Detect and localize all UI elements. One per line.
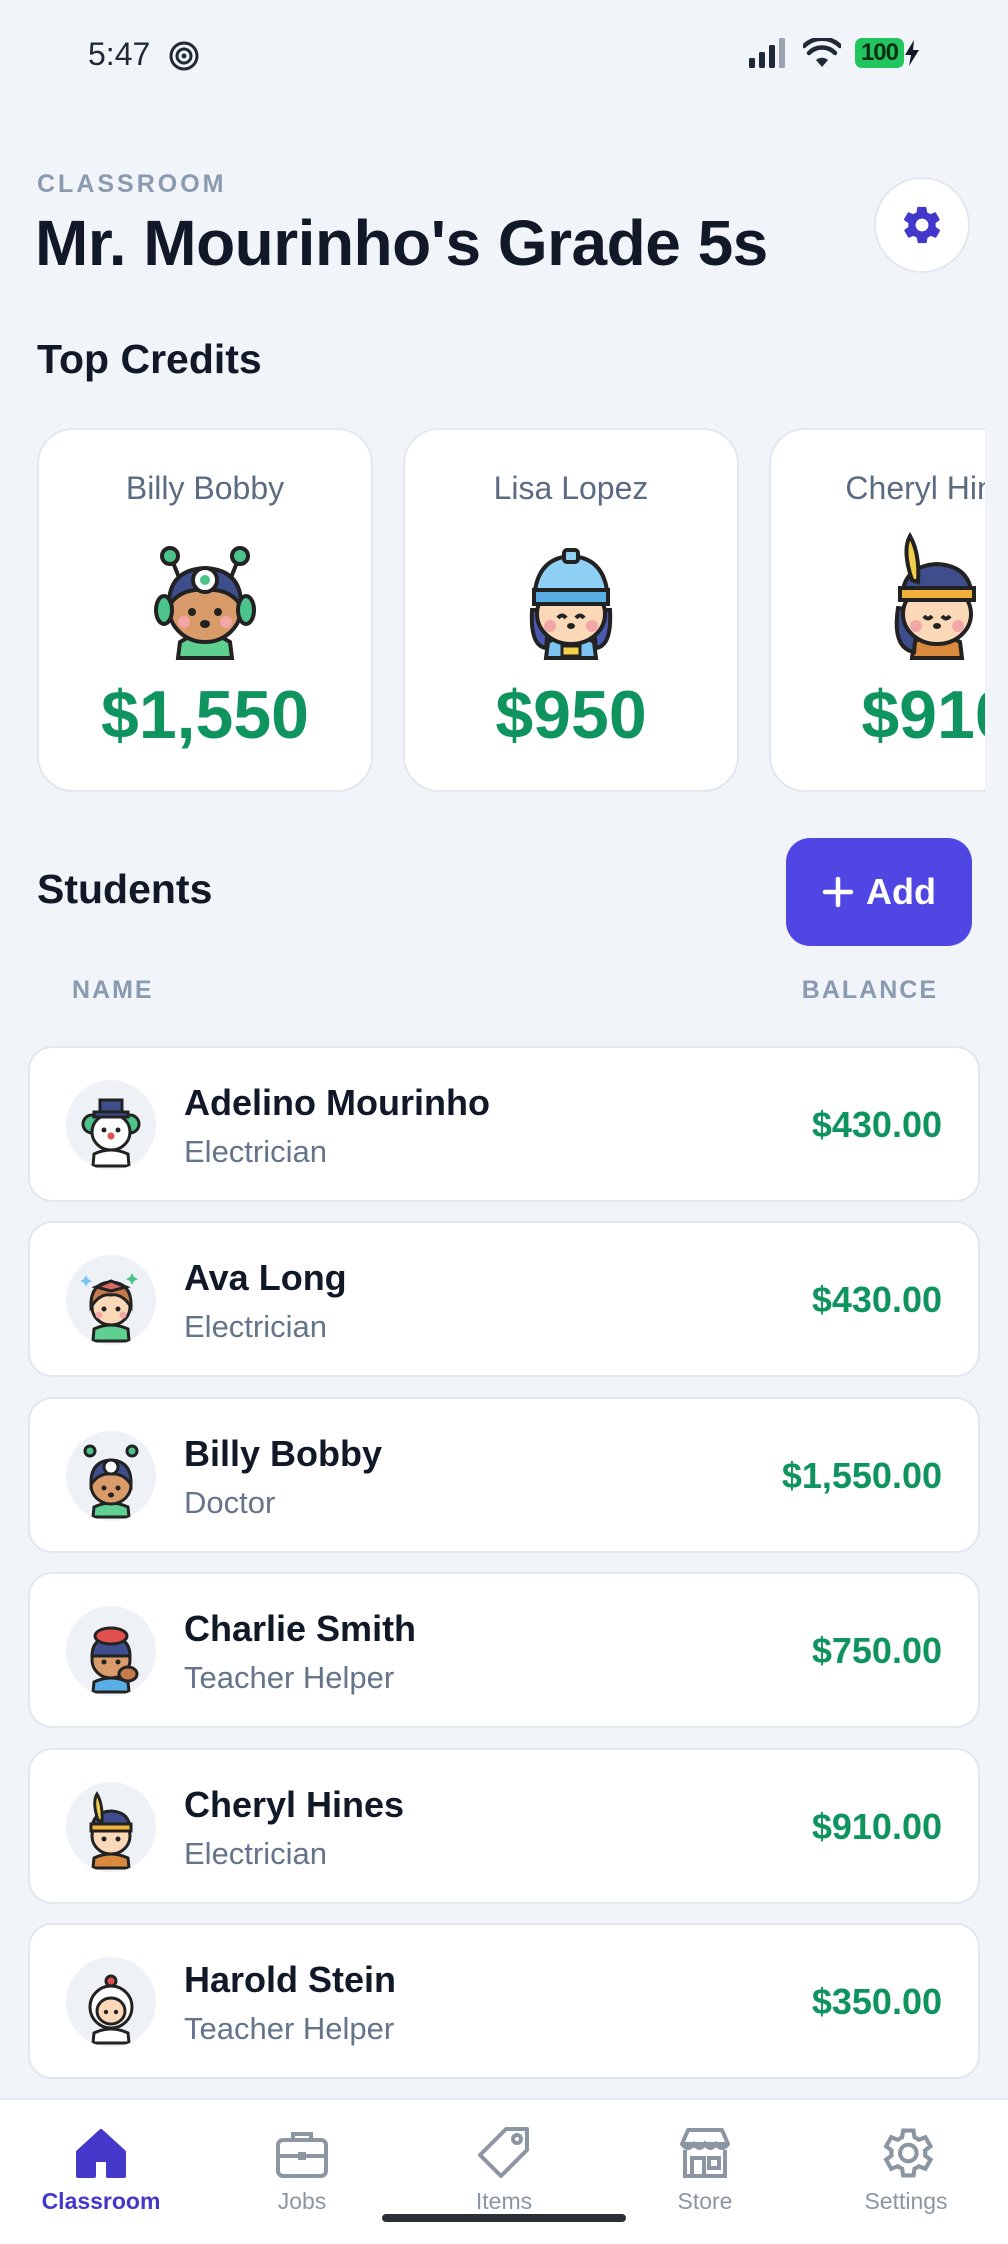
tab-store[interactable]: Store bbox=[625, 2122, 785, 2215]
student-avatar bbox=[66, 1431, 156, 1521]
clown-kid-avatar bbox=[81, 1098, 141, 1168]
student-job: Electrician bbox=[184, 1134, 327, 1169]
alien-kid-avatar bbox=[83, 1444, 139, 1519]
credit-card-name: Billy Bobby bbox=[125, 470, 285, 506]
tab-jobs[interactable]: Jobs bbox=[222, 2122, 382, 2215]
column-header-balance: BALANCE bbox=[801, 976, 938, 1004]
plus-icon bbox=[822, 876, 854, 908]
credit-card-name: Lisa Lopez bbox=[493, 470, 649, 506]
student-name: Adelino Mourinho bbox=[184, 1082, 490, 1123]
wifi-icon bbox=[802, 38, 841, 67]
page-title: Mr. Mourinho's Grade 5s bbox=[35, 207, 768, 279]
painter-kid-avatar bbox=[90, 1626, 139, 1694]
classroom-settings-button[interactable] bbox=[874, 177, 970, 273]
student-name: Harold Stein bbox=[184, 1959, 397, 2000]
feather-headband-kid-avatar bbox=[894, 531, 976, 660]
student-balance: $750.00 bbox=[811, 1630, 942, 1671]
student-job: Electrician bbox=[184, 1836, 327, 1871]
student-balance: $430.00 bbox=[811, 1104, 942, 1145]
student-avatar bbox=[66, 1080, 156, 1170]
bottom-tab-bar: Classroom Jobs Items Store Settings bbox=[0, 2098, 1008, 2244]
briefcase-icon bbox=[276, 2132, 328, 2178]
tab-settings[interactable]: Settings bbox=[826, 2122, 986, 2215]
student-balance: $430.00 bbox=[811, 1279, 942, 1320]
student-row[interactable]: Charlie Smith Teacher Helper $750.00 bbox=[28, 1572, 980, 1728]
student-job: Electrician bbox=[184, 1309, 327, 1344]
tab-label: Store bbox=[677, 2188, 733, 2214]
knight-kid-avatar bbox=[529, 548, 613, 660]
credit-card[interactable]: Billy Bobby $1,550 bbox=[37, 428, 373, 792]
tab-label: Items bbox=[475, 2188, 533, 2214]
student-balance: $1,550.00 bbox=[781, 1455, 942, 1496]
student-name: Charlie Smith bbox=[184, 1608, 417, 1649]
student-row[interactable]: Adelino Mourinho Electrician $430.00 bbox=[28, 1046, 980, 1202]
classroom-overline: CLASSROOM bbox=[37, 170, 227, 198]
credit-card[interactable]: Cheryl Hines $910 bbox=[769, 428, 985, 792]
student-name: Cheryl Hines bbox=[184, 1784, 405, 1825]
status-bar: 5:47 100 bbox=[0, 0, 1008, 112]
gear-icon bbox=[903, 206, 941, 244]
storefront-icon bbox=[680, 2128, 730, 2178]
add-student-label: Add bbox=[866, 871, 936, 912]
student-balance: $350.00 bbox=[811, 1981, 942, 2022]
battery-charging-icon: 100 bbox=[854, 38, 920, 68]
student-name: Ava Long bbox=[184, 1257, 347, 1298]
astronaut-kid-avatar bbox=[88, 1974, 134, 2045]
credit-card-amount: $950 bbox=[495, 677, 647, 753]
tag-icon bbox=[478, 2127, 529, 2178]
credit-card-amount: $910 bbox=[861, 677, 985, 753]
top-credits-title: Top Credits bbox=[37, 336, 262, 382]
tab-items[interactable]: Items bbox=[424, 2122, 584, 2215]
student-avatar bbox=[66, 1606, 156, 1696]
column-header-name: NAME bbox=[72, 976, 154, 1004]
focus-icon bbox=[169, 41, 199, 71]
signal-icon bbox=[748, 38, 785, 68]
student-row[interactable]: Cheryl Hines Electrician $910.00 bbox=[28, 1748, 980, 1904]
alien-kid-avatar bbox=[154, 546, 256, 660]
student-job: Doctor bbox=[184, 1485, 276, 1520]
feather-headband-kid-avatar bbox=[89, 1791, 133, 1870]
tab-label: Jobs bbox=[277, 2188, 327, 2214]
top-credits-carousel[interactable]: Billy Bobby $1,550 Lisa Lopez $950 Chery… bbox=[37, 428, 985, 794]
credit-card-name: Cheryl Hines bbox=[845, 470, 985, 506]
student-name: Billy Bobby bbox=[184, 1433, 383, 1474]
tab-classroom[interactable]: Classroom bbox=[21, 2122, 181, 2215]
student-avatar bbox=[66, 1255, 156, 1345]
student-balance: $910.00 bbox=[811, 1806, 942, 1847]
home-indicator[interactable] bbox=[382, 2214, 626, 2222]
add-student-button[interactable]: Add bbox=[786, 838, 972, 946]
credit-card-amount: $1,550 bbox=[101, 677, 309, 753]
credit-card[interactable]: Lisa Lopez $950 bbox=[403, 428, 739, 792]
student-job: Teacher Helper bbox=[184, 1660, 395, 1695]
battery-level: 100 bbox=[854, 38, 904, 68]
tab-label: Settings bbox=[864, 2188, 948, 2214]
student-row[interactable]: Ava Long Electrician $430.00 bbox=[28, 1221, 980, 1377]
home-icon bbox=[76, 2129, 126, 2178]
student-avatar bbox=[66, 1957, 156, 2047]
sparkle-kid-avatar bbox=[80, 1273, 138, 1343]
gear-icon bbox=[883, 2128, 934, 2178]
student-row[interactable]: Harold Stein Teacher Helper $350.00 bbox=[28, 1923, 980, 2079]
tab-label: Classroom bbox=[41, 2188, 161, 2214]
student-job: Teacher Helper bbox=[184, 2011, 395, 2046]
status-time: 5:47 bbox=[88, 36, 151, 72]
student-avatar bbox=[66, 1782, 156, 1872]
students-title: Students bbox=[37, 866, 213, 912]
student-row[interactable]: Billy Bobby Doctor $1,550.00 bbox=[28, 1397, 980, 1553]
